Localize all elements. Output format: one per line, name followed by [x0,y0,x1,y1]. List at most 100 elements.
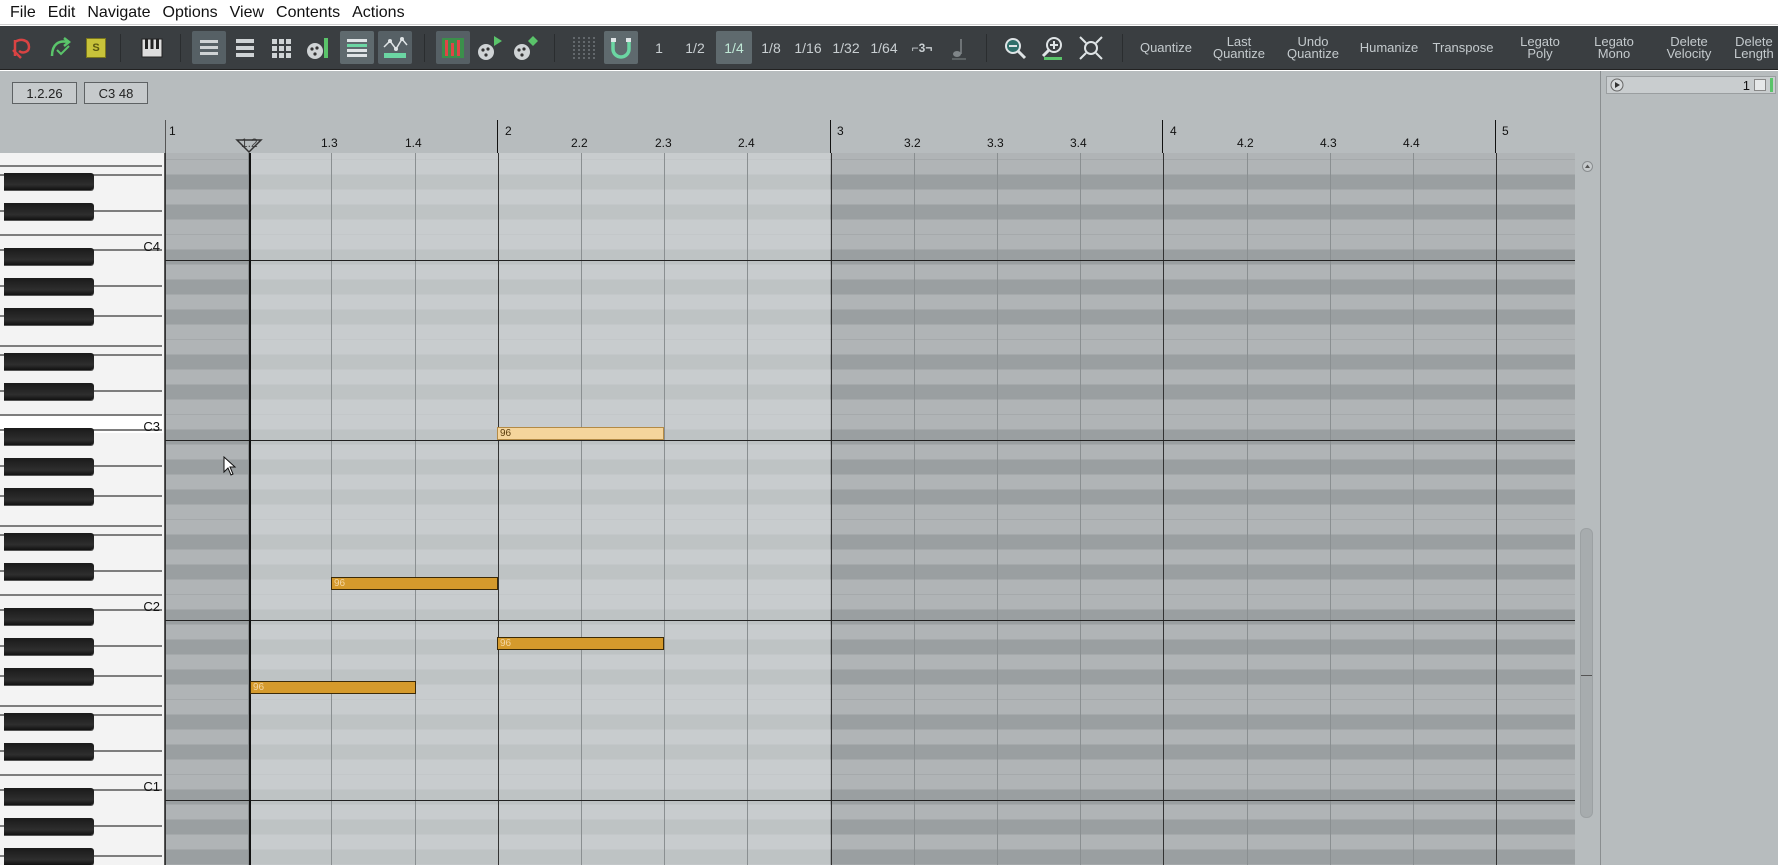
black-key[interactable] [4,173,94,190]
ruler-label: 3 [837,124,844,138]
event-list-icon[interactable] [340,31,374,64]
note-length-icon[interactable] [944,31,974,64]
black-key[interactable] [4,308,94,325]
grid-1-16[interactable]: 1/16 [790,31,826,64]
legato-poly-button[interactable]: Legato Poly [1508,30,1572,66]
midi-note[interactable]: 96 [250,681,416,694]
midi-note[interactable]: 96 [497,637,664,650]
black-key[interactable] [4,668,94,685]
black-key[interactable] [4,458,94,475]
menu-file[interactable]: File [6,0,44,25]
piano-roll-grid[interactable]: 96 96 96 96 [165,153,1575,865]
zoom-out-icon[interactable] [998,31,1032,64]
ruler-label: 2.4 [738,136,755,150]
legato-mono-button[interactable]: Legato Mono [1582,30,1646,66]
record-palette-icon[interactable] [510,31,542,64]
cc-lane-header[interactable]: 1 [1606,76,1776,94]
octave-line [165,800,1575,801]
black-key[interactable] [4,203,94,220]
grid-1-64[interactable]: 1/64 [866,31,902,64]
black-key[interactable] [4,788,94,805]
black-key[interactable] [4,383,94,400]
scroll-up-icon[interactable] [1582,161,1593,172]
grid-1-2[interactable]: 1/2 [678,31,712,64]
transpose-button[interactable]: Transpose [1428,30,1498,66]
menu-navigate[interactable]: Navigate [83,0,158,25]
black-key[interactable] [4,818,94,835]
black-key[interactable] [4,608,94,625]
drum-map-icon[interactable] [302,31,334,64]
vertical-scrollbar[interactable] [1575,153,1600,865]
zoom-to-content-icon[interactable] [1074,31,1108,64]
menu-view[interactable]: View [226,0,272,25]
black-key[interactable] [4,848,94,865]
grid-dots-icon[interactable] [566,31,600,64]
redo-icon[interactable] [44,31,76,64]
ruler-label: 2.2 [571,136,588,150]
cc-lanes-icon[interactable] [378,31,412,64]
white-key-divider [0,345,162,347]
undo-quantize-button[interactable]: Undo Quantize [1282,30,1344,66]
octave-line [165,440,1575,441]
grid-1-8[interactable]: 1/8 [754,31,788,64]
play-icon[interactable] [1610,78,1624,92]
menu-contents[interactable]: Contents [272,0,348,25]
key-label-c2: C2 [143,599,160,614]
view-list-icon[interactable] [230,31,260,64]
midi-note[interactable]: 96 [497,427,664,440]
piano-roll-mode-icon[interactable] [138,31,166,64]
view-named-notes-icon[interactable] [192,31,226,64]
key-label-c4: C4 [143,239,160,254]
key-label-c1: C1 [143,779,160,794]
midi-editor-window: File Edit Navigate Options View Contents… [0,0,1778,865]
grid-1-32[interactable]: 1/32 [828,31,864,64]
edit-cursor-line [249,153,251,865]
ruler-label: 5 [1502,124,1509,138]
black-key[interactable] [4,533,94,550]
quantize-button[interactable]: Quantize [1136,30,1196,66]
menu-edit[interactable]: Edit [44,0,84,25]
humanize-button[interactable]: Humanize [1354,30,1424,66]
view-grid-icon[interactable] [266,31,296,64]
menu-actions[interactable]: Actions [348,0,412,25]
black-key[interactable] [4,713,94,730]
grid-1-4[interactable]: 1/4 [716,31,752,64]
timeline-ruler[interactable]: 1 1.2 1.3 1.4 2 2.2 2.3 2.4 3 3.2 3.3 3.… [165,120,1575,154]
triplet-button[interactable]: ⌐3¬ [904,31,940,64]
ruler-label: 4 [1170,124,1177,138]
edit-cursor-marker-icon[interactable] [235,138,263,154]
piano-keyboard[interactable]: C4 C3 C2 C1 [0,153,165,865]
pitch-readout: C3 48 [84,82,148,104]
black-key[interactable] [4,278,94,295]
mouse-pointer-icon [223,456,237,476]
midi-note[interactable]: 96 [331,577,498,590]
delete-length-button[interactable]: Delete Length [1734,30,1778,66]
key-label-c3: C3 [143,419,160,434]
midi-inputs-icon[interactable] [436,31,470,64]
black-key[interactable] [4,488,94,505]
snap-magnet-icon[interactable] [604,31,638,64]
octave-line [165,260,1575,261]
lane-indicator [1770,78,1773,92]
menu-options[interactable]: Options [159,0,226,25]
black-key[interactable] [4,743,94,760]
ruler-label: 4.4 [1403,136,1420,150]
ruler-label: 1 [169,124,176,138]
last-quantize-button[interactable]: Last Quantize [1208,30,1270,66]
black-key[interactable] [4,353,94,370]
black-key[interactable] [4,563,94,580]
white-key-divider [0,705,162,707]
ruler-label: 3.2 [904,136,921,150]
black-key[interactable] [4,248,94,265]
black-key[interactable] [4,638,94,655]
play-palette-icon[interactable] [474,31,506,64]
delete-velocity-button[interactable]: Delete Velocity [1656,30,1722,66]
scroll-thumb[interactable] [1580,528,1593,818]
zoom-in-icon[interactable] [1036,31,1070,64]
grid-1[interactable]: 1 [646,31,672,64]
lane-checkbox[interactable] [1754,79,1766,91]
black-key[interactable] [4,428,94,445]
solo-icon[interactable]: S [82,31,110,64]
undo-icon[interactable] [6,31,38,64]
ruler-label: 1.3 [321,136,338,150]
